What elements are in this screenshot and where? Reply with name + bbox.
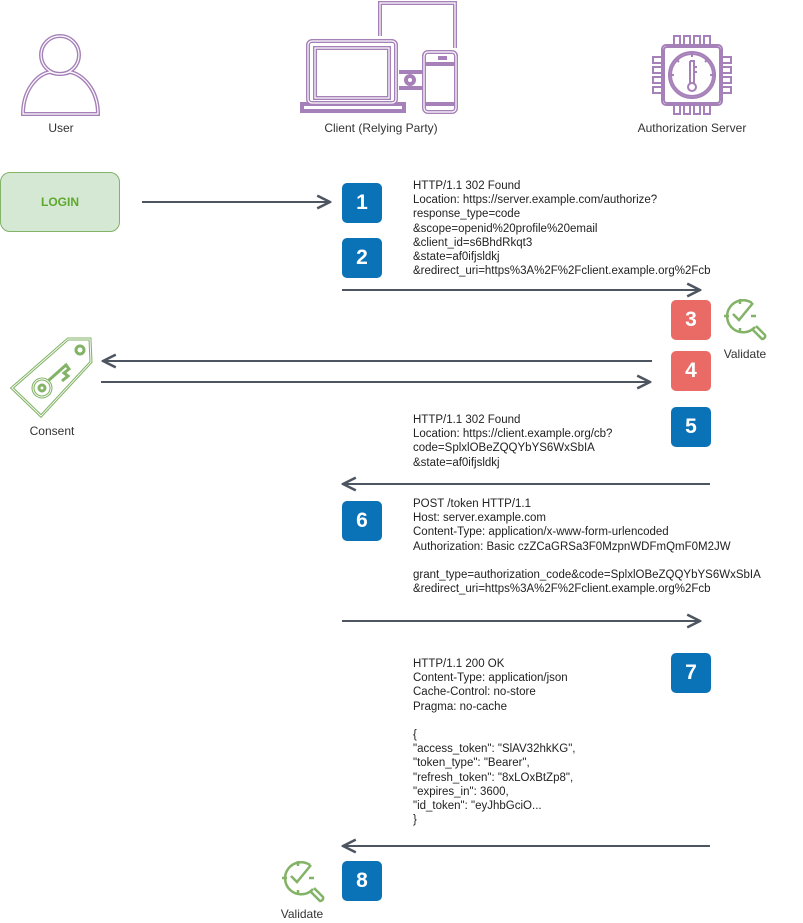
step-badge-8: 8 xyxy=(342,861,382,901)
consent-key-tag-icon xyxy=(9,337,93,419)
step-badge-3: 3 xyxy=(671,300,711,340)
consent-label: Consent xyxy=(29,424,75,438)
token-request-message: POST /token HTTP/1.1 Host: server.exampl… xyxy=(413,498,761,596)
arrows-layer xyxy=(101,0,710,923)
authorize-request-message: HTTP/1.1 302 Found Location: https://ser… xyxy=(413,180,711,278)
step-badge-4: 4 xyxy=(671,351,711,391)
validate-icon xyxy=(724,299,767,341)
step-badge-1: 1 xyxy=(342,183,382,223)
step-badge-2: 2 xyxy=(342,238,382,278)
callback-message: HTTP/1.1 302 Found Location: https://cli… xyxy=(413,414,613,469)
client-devices-icon xyxy=(300,1,458,114)
step-badge-6: 6 xyxy=(342,501,382,541)
validate-icon xyxy=(282,861,325,903)
authorization-server-chip-icon xyxy=(652,35,732,115)
actor-client-label: Client (Relying Party) xyxy=(324,121,438,135)
token-response-message: HTTP/1.1 200 OK Content-Type: applicatio… xyxy=(413,658,576,827)
user-icon xyxy=(20,34,101,116)
validate-label-client: Validate xyxy=(280,907,324,921)
validate-label-server: Validate xyxy=(723,347,767,361)
actor-user-label: User xyxy=(48,121,74,135)
login-button[interactable]: LOGIN xyxy=(0,172,120,232)
step-badge-7: 7 xyxy=(671,653,711,693)
actor-server-label: Authorization Server xyxy=(637,121,747,135)
step-badge-5: 5 xyxy=(671,407,711,447)
